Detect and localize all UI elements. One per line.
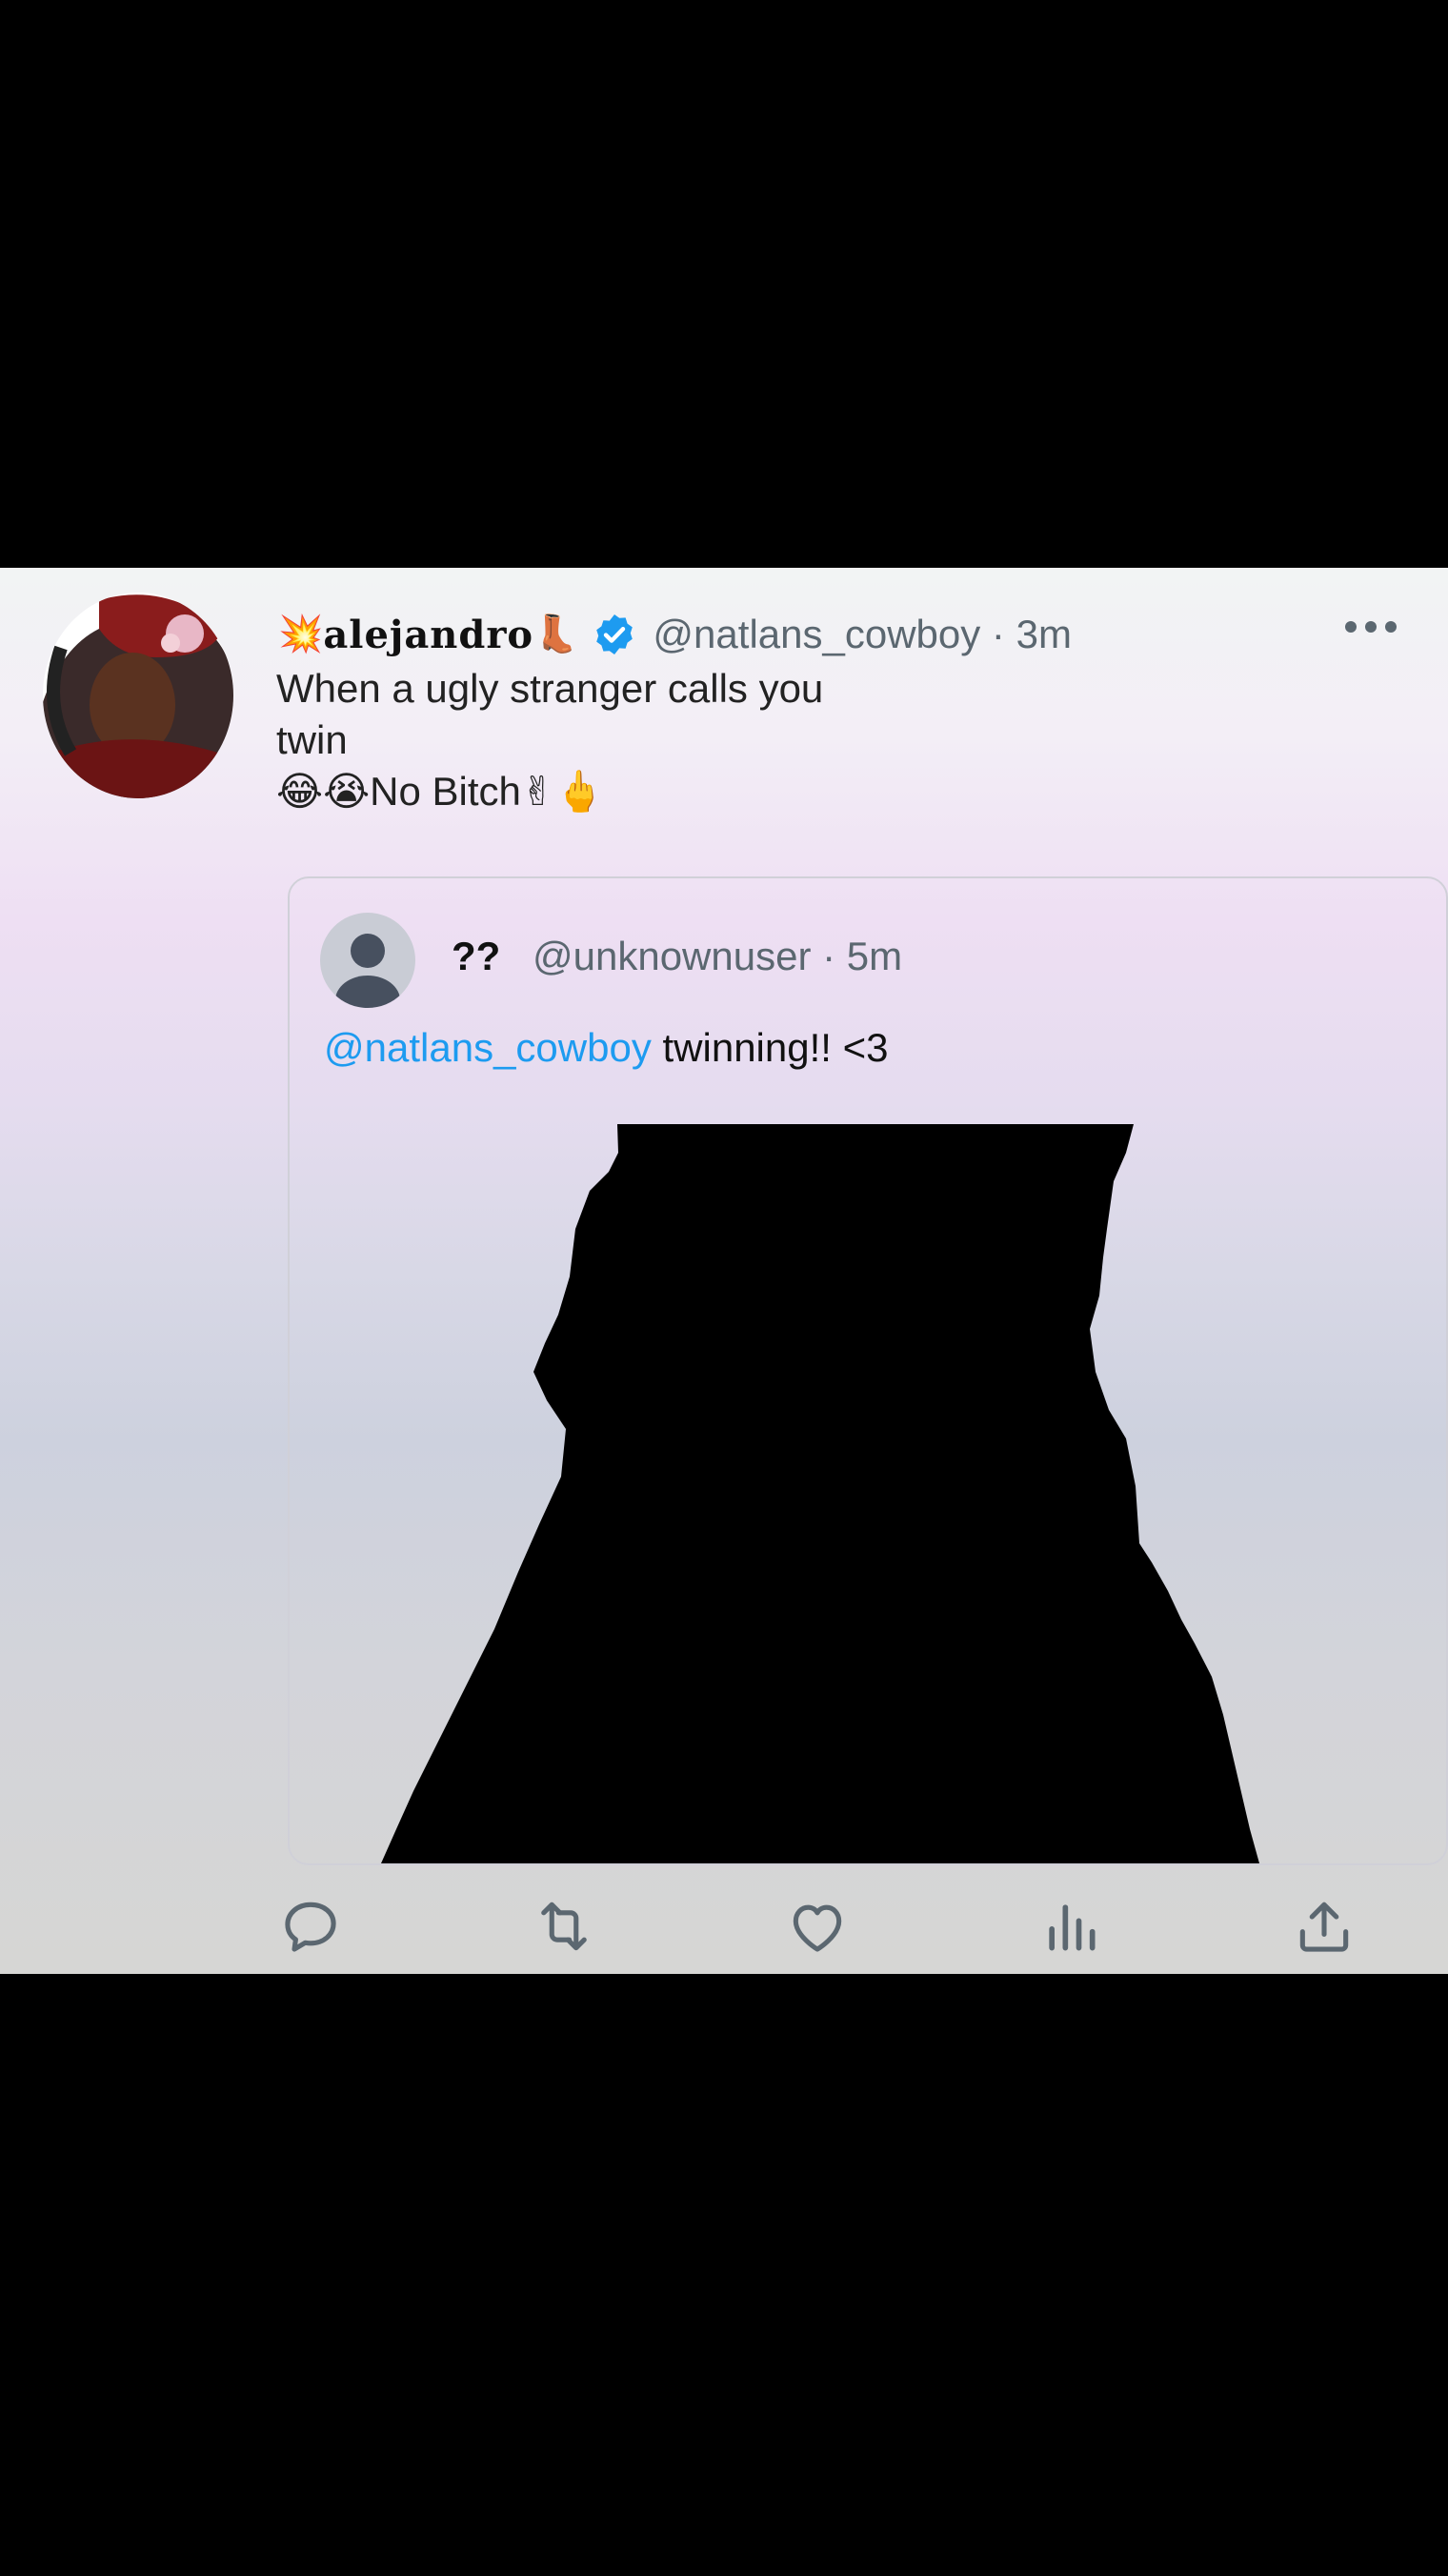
more-icon[interactable] bbox=[1343, 619, 1398, 634]
name-suffix-emoji: 👢 bbox=[533, 614, 579, 654]
handle-and-time[interactable]: @natlans_cowboy · 3m bbox=[653, 612, 1072, 657]
reply-icon[interactable] bbox=[278, 1894, 343, 1959]
default-avatar[interactable] bbox=[320, 913, 415, 1008]
tweet-text-line: When a ugly stranger calls you bbox=[276, 666, 824, 711]
mention-link[interactable]: @natlans_cowboy bbox=[324, 1025, 652, 1070]
tweet-card[interactable]: 💥 alejandro 👢 @natlans_cowboy · 3m When … bbox=[0, 568, 1448, 1974]
views-icon[interactable] bbox=[1038, 1894, 1103, 1959]
share-icon[interactable] bbox=[1292, 1894, 1357, 1959]
quoted-text-body: twinning!! <3 bbox=[651, 1025, 889, 1070]
tweet-text-phrase: No Bitch bbox=[370, 769, 521, 814]
quoted-media-silhouette[interactable] bbox=[290, 1124, 1446, 1863]
quoted-tweet[interactable]: ?? @unknownuser · 5m @natlans_cowboy twi… bbox=[288, 876, 1448, 1865]
quoted-display-name[interactable]: ?? bbox=[452, 934, 500, 978]
tweet-text: When a ugly stranger calls you twin 😂😭No… bbox=[276, 663, 1134, 817]
display-name[interactable]: alejandro bbox=[323, 613, 533, 657]
retweet-icon[interactable] bbox=[532, 1894, 596, 1959]
like-icon[interactable] bbox=[785, 1894, 850, 1959]
name-prefix-emoji: 💥 bbox=[278, 614, 324, 654]
quoted-header: ?? @unknownuser · 5m bbox=[452, 934, 902, 979]
verified-badge-icon bbox=[596, 614, 634, 654]
tweet-text-line: twin bbox=[276, 717, 348, 762]
laughing-crying-emoji: 😂😭 bbox=[276, 769, 371, 814]
avatar[interactable] bbox=[42, 591, 234, 800]
quoted-text: @natlans_cowboy twinning!! <3 bbox=[324, 1025, 889, 1071]
hand-gesture-emoji: ✌🖕 bbox=[520, 769, 605, 814]
tweet-header: 💥 alejandro 👢 @natlans_cowboy · 3m bbox=[278, 608, 1072, 661]
action-bar bbox=[0, 1894, 1448, 1962]
tweet-text-line: 😂😭No Bitch✌🖕 bbox=[276, 766, 1134, 817]
quoted-handle-and-time[interactable]: @unknownuser · 5m bbox=[533, 934, 902, 978]
